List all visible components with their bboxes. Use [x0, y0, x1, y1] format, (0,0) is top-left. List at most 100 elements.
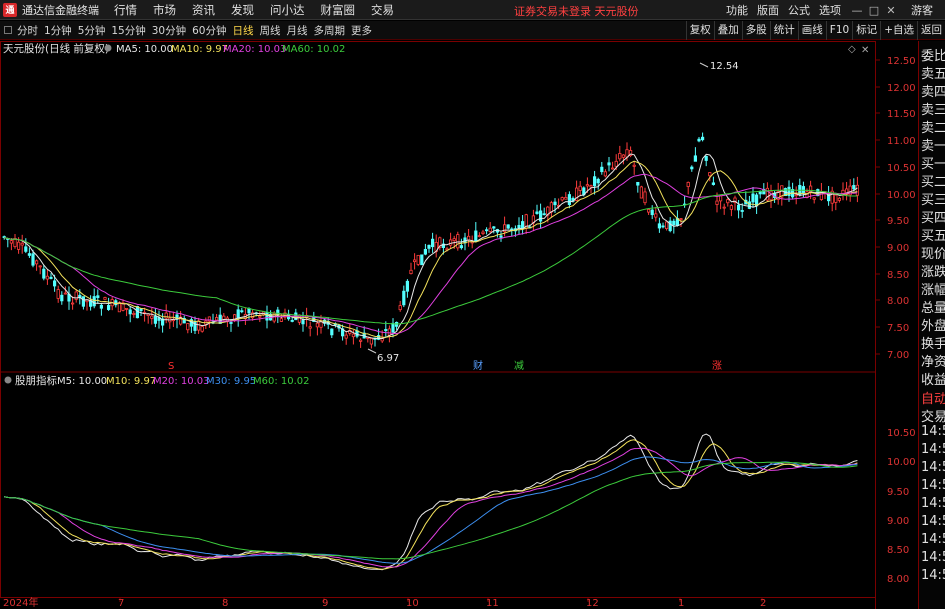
- event-marker-jian[interactable]: 减: [514, 360, 524, 372]
- main-y-tick: 9.00: [887, 243, 909, 254]
- chart-close-icon[interactable]: ✕: [861, 45, 869, 56]
- candle-body: [49, 276, 53, 279]
- period-more[interactable]: 更多: [351, 23, 372, 38]
- side-sell4[interactable]: 卖四: [921, 81, 945, 99]
- period-daily[interactable]: 日线: [233, 23, 254, 38]
- chart-tools: 复权 叠加 多股 统计 画线 F10 标记 +自选 返回: [685, 21, 945, 40]
- tool-duogu[interactable]: 多股: [741, 21, 770, 40]
- menu-caifuquan[interactable]: 财富圈: [321, 2, 356, 18]
- trade-login-warning: 证券交易未登录 天元股份: [514, 5, 639, 18]
- side-outer[interactable]: 外盘: [921, 315, 945, 333]
- period-monthly[interactable]: 月线: [287, 23, 308, 38]
- candle-body: [150, 315, 154, 319]
- sub-y-tick: 9.00: [887, 516, 909, 527]
- candle-body: [358, 339, 363, 342]
- candle-body: [384, 329, 388, 332]
- menu-wenxiaoda[interactable]: 问小达: [270, 2, 305, 18]
- menu-shichang[interactable]: 市场: [153, 2, 176, 18]
- period-15min[interactable]: 15分钟: [111, 23, 145, 38]
- menu-jiaoyi[interactable]: 交易: [371, 2, 394, 18]
- sub-legend-settings-icon[interactable]: [4, 376, 12, 384]
- candle-body: [852, 185, 856, 190]
- side-sell3[interactable]: 卖三: [921, 99, 945, 117]
- period-fenshi[interactable]: 分时: [17, 23, 38, 38]
- period-5min[interactable]: 5分钟: [78, 23, 106, 38]
- candle-body: [834, 194, 838, 203]
- tool-fuquan[interactable]: 复权: [685, 21, 714, 40]
- panel-toggle-icon[interactable]: [4, 26, 12, 34]
- kline-chart[interactable]: 天元股份(日线 前复权) MA5: 10.00 MA10: 9.97 MA20:…: [0, 41, 918, 609]
- tool-diejia[interactable]: 叠加: [713, 21, 742, 40]
- ma-line: [4, 153, 858, 340]
- candle-body: [672, 220, 676, 226]
- menu-gongneng[interactable]: 功能: [726, 2, 748, 18]
- guest-login[interactable]: 游客: [911, 2, 933, 18]
- tool-biaoji[interactable]: 标记: [852, 21, 880, 40]
- close-icon[interactable]: ✕: [884, 4, 898, 17]
- side-time: 14:56: [921, 514, 945, 529]
- side-buy2[interactable]: 买二: [921, 171, 945, 189]
- side-weibi[interactable]: 委比: [921, 45, 945, 63]
- candle-body: [801, 186, 806, 193]
- tool-tongji[interactable]: 统计: [769, 21, 798, 40]
- sub-y-tick: 8.50: [887, 545, 909, 556]
- candle-body: [535, 211, 539, 214]
- x-tick: 12: [586, 598, 599, 609]
- side-buy4[interactable]: 买四: [921, 207, 945, 225]
- period-30min[interactable]: 30分钟: [152, 23, 186, 38]
- candle-body: [539, 210, 543, 222]
- side-sell1[interactable]: 卖一: [921, 135, 945, 153]
- chart-diamond-icon[interactable]: ◇: [848, 44, 856, 55]
- side-auto[interactable]: 自动: [921, 388, 945, 406]
- menu-faxian[interactable]: 发现: [231, 2, 254, 18]
- main-y-tick: 8.00: [887, 296, 909, 307]
- side-earnings[interactable]: 收益: [921, 369, 945, 387]
- main-y-tick: 12.50: [887, 56, 916, 67]
- tool-f10[interactable]: F10: [825, 21, 852, 40]
- candle-body: [564, 197, 568, 200]
- menu-gongshi[interactable]: 公式: [788, 2, 810, 18]
- period-multi[interactable]: 多周期: [314, 23, 346, 38]
- period-1min[interactable]: 1分钟: [44, 23, 72, 38]
- tool-add-watchlist[interactable]: +自选: [880, 21, 917, 40]
- candle-body: [751, 193, 755, 203]
- candle-body: [567, 194, 572, 206]
- candle-body: [60, 294, 64, 302]
- side-buy1[interactable]: 买一: [921, 153, 945, 171]
- candle-body: [369, 337, 374, 345]
- side-price[interactable]: 现价: [921, 243, 945, 261]
- period-weekly[interactable]: 周线: [260, 23, 281, 38]
- side-change[interactable]: 涨跌: [921, 261, 945, 279]
- side-turnover[interactable]: 换手: [921, 333, 945, 351]
- tool-back[interactable]: 返回: [917, 21, 945, 40]
- candle-body: [636, 181, 640, 186]
- menu-xuanxiang[interactable]: 选项: [819, 2, 841, 18]
- candle-body: [31, 253, 35, 266]
- side-sell5[interactable]: 卖五: [921, 63, 945, 81]
- side-volume[interactable]: 总量: [921, 297, 945, 315]
- app-logo-icon: 通: [3, 2, 17, 17]
- candle-body: [459, 245, 464, 249]
- side-buy3[interactable]: 买三: [921, 189, 945, 207]
- event-marker-cai[interactable]: 财: [473, 359, 483, 372]
- side-sell2[interactable]: 卖二: [921, 117, 945, 135]
- main-legend-title: 天元股份(日线 前复权): [3, 42, 109, 55]
- side-change-pct[interactable]: 涨幅: [921, 279, 945, 297]
- event-marker-s[interactable]: S: [168, 361, 174, 372]
- period-60min[interactable]: 60分钟: [192, 23, 226, 38]
- candle-body: [24, 246, 28, 252]
- side-net-assets[interactable]: 净资: [921, 351, 945, 369]
- candle-body: [96, 295, 100, 298]
- event-marker-zhang[interactable]: 涨: [712, 360, 722, 372]
- m60-label: M60: 10.02: [253, 376, 310, 387]
- candle-body: [578, 185, 582, 191]
- menu-banmian[interactable]: 版面: [757, 2, 779, 18]
- tool-huaxian[interactable]: 画线: [797, 21, 826, 40]
- side-trade[interactable]: 交易: [921, 406, 945, 424]
- menu-zixun[interactable]: 资讯: [192, 2, 215, 18]
- minimize-icon[interactable]: —: [850, 4, 864, 17]
- legend-settings-icon[interactable]: [104, 44, 112, 52]
- maximize-icon[interactable]: □: [867, 4, 881, 17]
- side-buy5[interactable]: 买五: [921, 225, 945, 243]
- menu-hangqing[interactable]: 行情: [114, 2, 137, 18]
